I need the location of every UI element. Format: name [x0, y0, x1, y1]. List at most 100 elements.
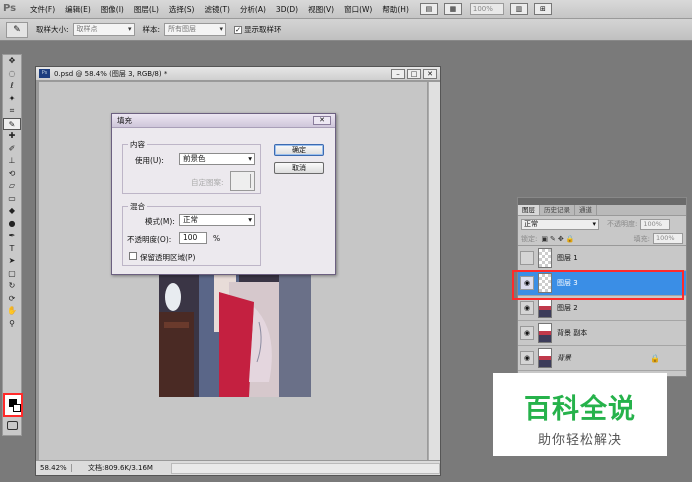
marquee-tool-icon[interactable]: ◌	[3, 68, 21, 81]
screen-mode-icon[interactable]: ⊞	[533, 3, 552, 15]
menu-3d[interactable]: 3D(D)	[271, 5, 303, 14]
history-brush-tool-icon[interactable]: ⟲	[3, 168, 21, 181]
status-doc-info[interactable]: 文档:809.6K/3.16M	[88, 463, 153, 473]
zoom-tool-icon[interactable]: ⚲	[3, 318, 21, 331]
mini-bridge-icon[interactable]: ▦	[443, 3, 462, 15]
opacity-input[interactable]: 100	[179, 232, 207, 244]
layer-name: 图层 1	[557, 254, 578, 262]
sample-size-select[interactable]: 取样点	[72, 23, 135, 36]
brush-tool-icon[interactable]: ✐	[3, 143, 21, 156]
status-zoom[interactable]: 58.42%	[40, 464, 72, 472]
fill-label: 填充:	[633, 234, 650, 243]
eye-icon[interactable]: ◉	[520, 301, 534, 315]
mode-select[interactable]: 正常	[179, 214, 255, 226]
menu-edit[interactable]: 编辑(E)	[60, 4, 96, 15]
move-tool-icon[interactable]: ✥	[3, 55, 21, 68]
path-select-tool-icon[interactable]: ➤	[3, 255, 21, 268]
vertical-scrollbar[interactable]	[428, 82, 440, 460]
show-ring-label: 显示取样环	[244, 25, 282, 34]
gradient-tool-icon[interactable]: ▭	[3, 193, 21, 206]
fill-input[interactable]: 100%	[653, 233, 683, 244]
shape-tool-icon[interactable]: ▢	[3, 268, 21, 281]
layer-row[interactable]: ◉ 背景 副本	[518, 321, 686, 346]
3d-rotate-tool-icon[interactable]: ↻	[3, 280, 21, 293]
layers-blend-row: 正常 不透明度: 100%	[518, 216, 686, 232]
sample-select[interactable]: 所有图层	[164, 23, 227, 36]
ok-button[interactable]: 确定	[274, 144, 324, 156]
lasso-tool-icon[interactable]: ℓ	[3, 80, 21, 93]
contents-group-label: 内容	[128, 139, 147, 150]
color-swatches-highlight[interactable]	[3, 393, 23, 417]
preserve-transparency-label: 保留透明区域(P)	[140, 253, 196, 262]
preserve-transparency-checkbox[interactable]	[129, 252, 137, 260]
3d-orbit-tool-icon[interactable]: ⟳	[3, 293, 21, 306]
tab-history[interactable]: 历史记录	[540, 205, 575, 215]
background-color-swatch[interactable]	[13, 404, 21, 412]
menu-analysis[interactable]: 分析(A)	[235, 4, 271, 15]
tab-layers[interactable]: 图层	[518, 205, 540, 215]
zoom-level-field[interactable]: 100%	[469, 3, 504, 15]
menu-image[interactable]: 图像(I)	[96, 4, 129, 15]
watermark-subtitle: 助你轻松解决	[537, 433, 622, 448]
crop-tool-icon[interactable]: ⌗	[3, 105, 21, 118]
type-tool-icon[interactable]: T	[3, 243, 21, 256]
show-ring-checkbox[interactable]: ✓	[234, 25, 243, 34]
opacity-label: 不透明度(O):	[127, 235, 172, 244]
dodge-tool-icon[interactable]: ●	[3, 218, 21, 231]
fill-dialog-title: 填充	[117, 116, 132, 125]
close-icon[interactable]: ✕	[423, 68, 437, 79]
fill-dialog-body: 内容 使用(U): 前景色 自定图案: 混合 模式(M): 正常 不透明度(O)…	[112, 128, 335, 274]
fill-dialog: 填充 ✕ 内容 使用(U): 前景色 自定图案: 混合 模式(M): 正常 不透…	[111, 113, 336, 275]
menu-layer[interactable]: 图层(L)	[129, 4, 164, 15]
watermark-title: 百科全说	[524, 394, 636, 425]
canvas-photo	[159, 272, 311, 397]
menu-select[interactable]: 选择(S)	[164, 4, 200, 15]
photoshop-logo: Ps	[3, 3, 17, 14]
layer-thumbnail	[538, 298, 552, 318]
layers-lock-row: 锁定: ▣✎✥🔒 填充: 100%	[518, 232, 686, 246]
blur-tool-icon[interactable]: ◆	[3, 205, 21, 218]
eraser-tool-icon[interactable]: ▱	[3, 180, 21, 193]
eye-icon[interactable]: ◉	[520, 326, 534, 340]
menu-file[interactable]: 文件(F)	[25, 4, 60, 15]
horizontal-scrollbar[interactable]	[170, 462, 440, 474]
quick-mask-icon[interactable]	[7, 421, 18, 430]
document-title-bar[interactable]: Ps 0.psd @ 58.4% (图层 3, RGB/8) * – □ ✕	[36, 67, 440, 81]
sample-label: 样本:	[142, 25, 161, 34]
arrange-documents-icon[interactable]: ▥	[509, 3, 528, 15]
layer-row[interactable]: ◉ 背景 🔒	[518, 346, 686, 371]
layer-name: 背景 副本	[557, 329, 588, 337]
layer-name: 图层 2	[557, 304, 578, 312]
menu-view[interactable]: 视图(V)	[303, 4, 339, 15]
use-select[interactable]: 前景色	[179, 153, 255, 165]
layer-blend-mode-select[interactable]: 正常	[521, 218, 599, 230]
bridge-icon[interactable]: ▤	[419, 3, 438, 15]
eye-icon[interactable]	[520, 251, 534, 265]
quick-select-tool-icon[interactable]: ✦	[3, 93, 21, 106]
healing-brush-tool-icon[interactable]: ✚	[3, 130, 21, 143]
clone-stamp-tool-icon[interactable]: ⊥	[3, 155, 21, 168]
tab-channels[interactable]: 通道	[575, 205, 597, 215]
watermark: 百科全说 助你轻松解决	[493, 373, 667, 456]
dialog-close-icon[interactable]: ✕	[313, 116, 331, 125]
minimize-icon[interactable]: –	[391, 68, 405, 79]
fill-dialog-title-bar[interactable]: 填充 ✕	[112, 114, 335, 128]
hand-tool-icon[interactable]: ✋	[3, 305, 21, 318]
pen-tool-icon[interactable]: ✒	[3, 230, 21, 243]
cancel-button[interactable]: 取消	[274, 162, 324, 174]
lock-options-icons[interactable]: ▣✎✥🔒	[541, 235, 576, 243]
custom-pattern-picker	[230, 171, 255, 191]
menu-window[interactable]: 窗口(W)	[339, 4, 377, 15]
menu-help[interactable]: 帮助(H)	[377, 4, 414, 15]
eye-icon[interactable]: ◉	[520, 351, 534, 365]
menu-filter[interactable]: 滤镜(T)	[200, 4, 235, 15]
contents-group: 内容 使用(U): 前景色 自定图案:	[122, 139, 261, 194]
layer-opacity-input[interactable]: 100%	[640, 218, 671, 230]
layers-panel-header[interactable]	[518, 198, 686, 205]
layer-row[interactable]: 图层 1	[518, 246, 686, 271]
mode-label: 模式(M):	[145, 217, 175, 226]
eyedropper-tool-icon[interactable]: ✎	[3, 117, 21, 130]
layer-thumbnail	[538, 348, 552, 368]
eyedropper-tool-preset-icon[interactable]: ✎	[6, 21, 28, 38]
maximize-icon[interactable]: □	[407, 68, 421, 79]
